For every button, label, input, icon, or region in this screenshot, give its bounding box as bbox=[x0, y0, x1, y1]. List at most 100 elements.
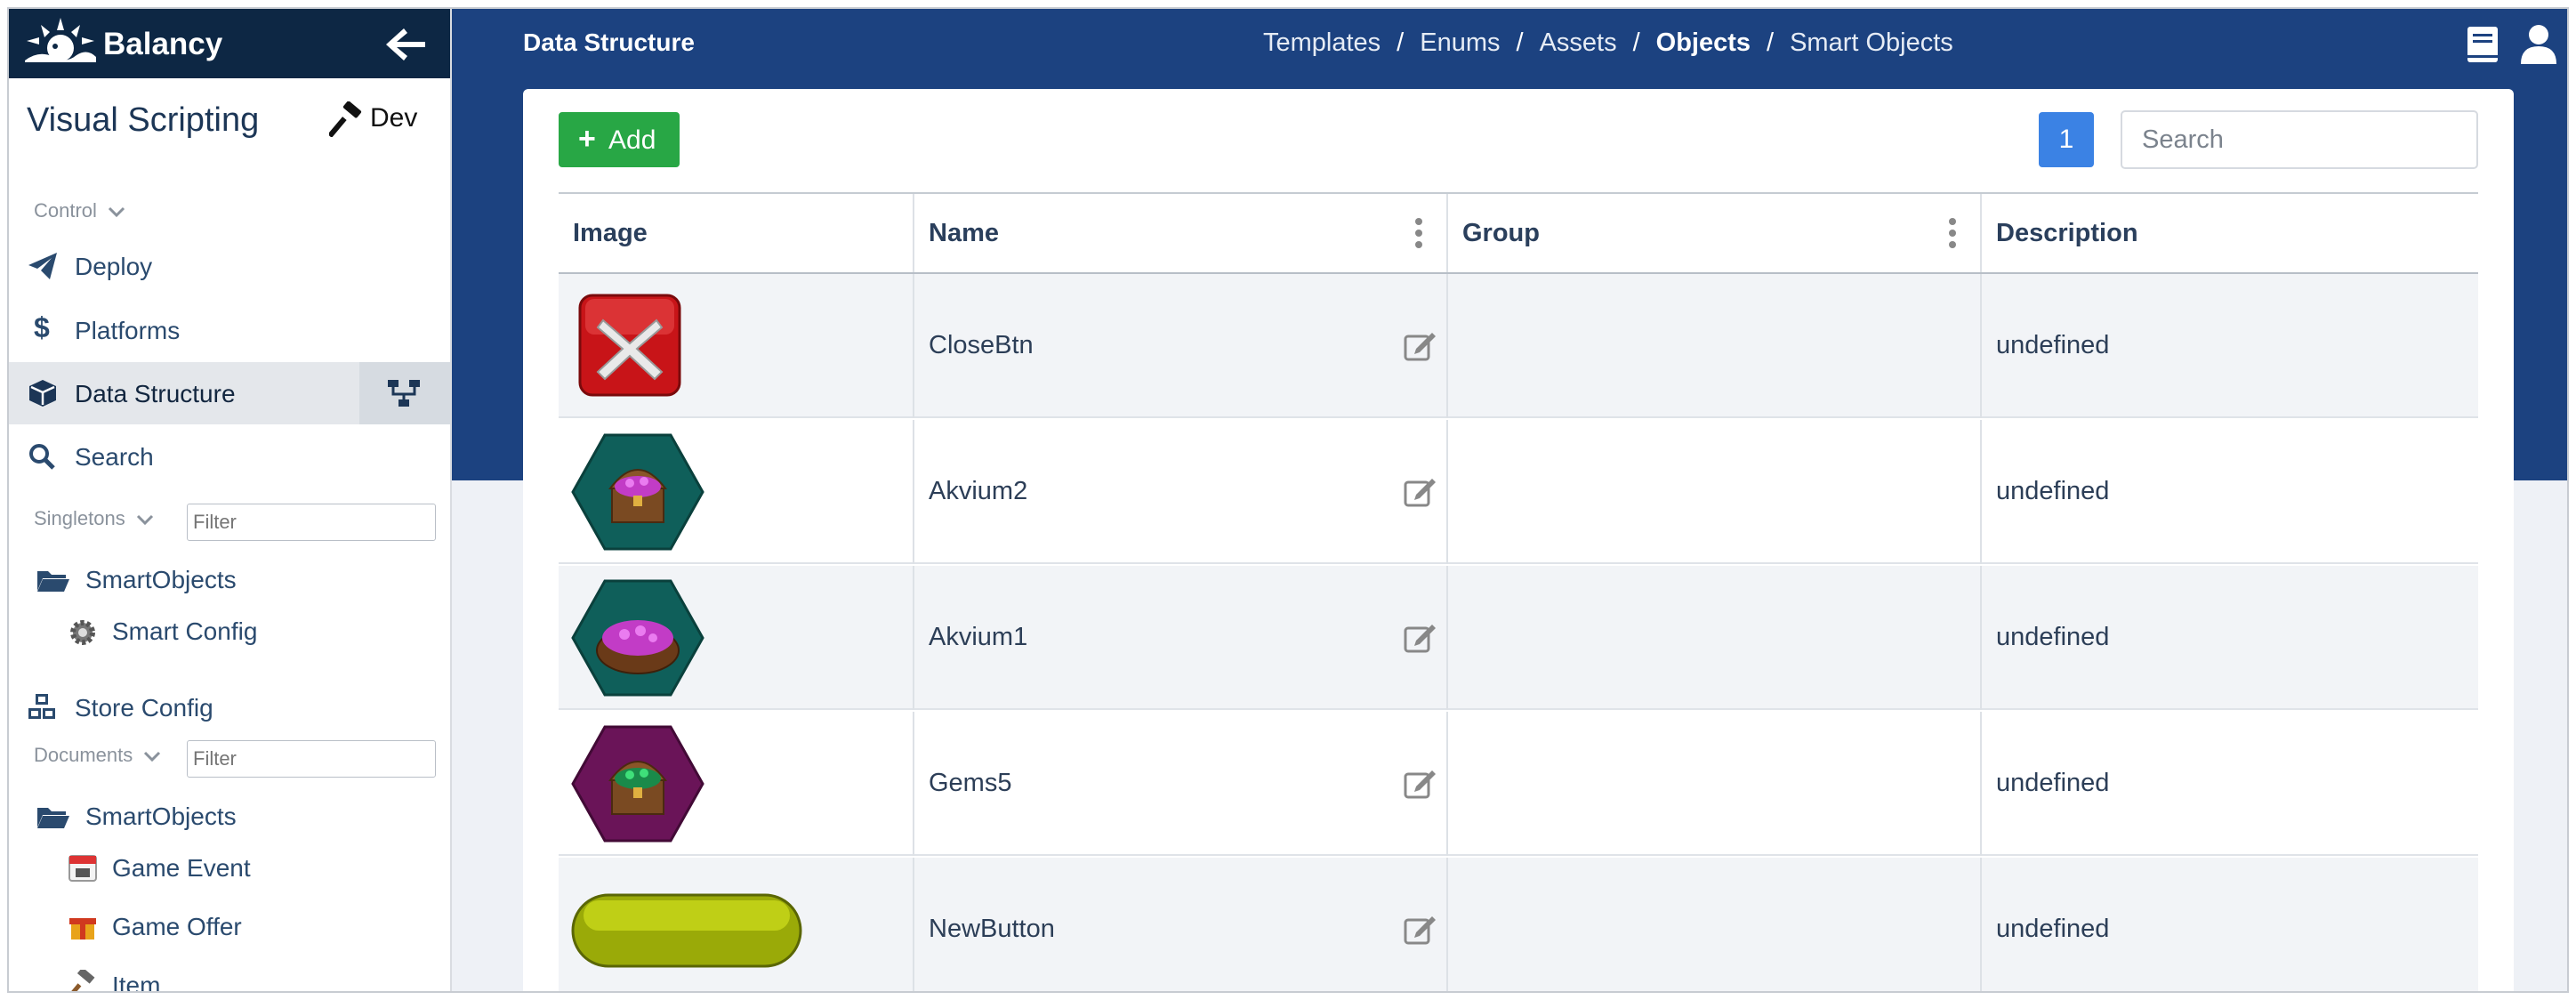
column-header-label: Description bbox=[1996, 219, 2138, 247]
breadcrumb-separator: / bbox=[1632, 28, 1640, 57]
row-description: undefined bbox=[1996, 331, 2110, 359]
brand-name: Balancy bbox=[103, 27, 223, 61]
chevron-down-icon bbox=[108, 207, 125, 218]
back-arrow-icon[interactable] bbox=[382, 25, 429, 64]
chevron-down-icon bbox=[144, 752, 161, 762]
page-title: Data Structure bbox=[523, 28, 695, 56]
breadcrumb-assets[interactable]: Assets bbox=[1540, 28, 1617, 57]
sidebar: Balancy Visual Scripting Dev Control Dep… bbox=[9, 9, 452, 993]
name-cell: Akvium1 bbox=[914, 566, 1448, 710]
folder-open-icon bbox=[37, 808, 69, 828]
book-icon[interactable] bbox=[2466, 25, 2501, 64]
hammer-icon bbox=[68, 970, 95, 991]
documents-filter-input[interactable] bbox=[187, 740, 436, 778]
column-header-label: Name bbox=[929, 219, 999, 247]
singletons-filter-input[interactable] bbox=[187, 504, 436, 541]
tree-leaf-label: Item bbox=[112, 972, 161, 993]
table-row[interactable]: Akvium1 undefined bbox=[559, 566, 2478, 710]
user-icon[interactable] bbox=[2519, 23, 2558, 66]
nav-item-platforms[interactable]: $ Platforms bbox=[9, 299, 450, 361]
column-header-group[interactable]: Group bbox=[1448, 194, 1982, 272]
nav-item-label: Store Config bbox=[75, 694, 213, 722]
table-header: Image Name Group Description bbox=[559, 192, 2478, 274]
page-button[interactable]: 1 bbox=[2039, 112, 2094, 167]
row-description: undefined bbox=[1996, 623, 2110, 651]
tree-leaf-label: Game Offer bbox=[112, 913, 242, 940]
balancy-logo-icon bbox=[25, 18, 96, 66]
green-pill-button-image bbox=[571, 893, 802, 968]
edit-icon[interactable] bbox=[1404, 475, 1437, 507]
row-name: Akvium2 bbox=[929, 477, 1028, 505]
gift-icon bbox=[69, 918, 96, 940]
tree-folder-label: SmartObjects bbox=[85, 566, 237, 593]
singletons-section-header[interactable]: Singletons bbox=[34, 507, 154, 530]
name-cell: CloseBtn bbox=[914, 274, 1448, 418]
calendar-icon bbox=[68, 855, 97, 882]
edit-icon[interactable] bbox=[1404, 329, 1437, 361]
description-cell: undefined bbox=[1982, 420, 2478, 564]
column-header-description: Description bbox=[1982, 194, 2478, 272]
row-description: undefined bbox=[1996, 477, 2110, 505]
group-cell bbox=[1448, 274, 1982, 418]
name-cell: Akvium2 bbox=[914, 420, 1448, 564]
edit-icon[interactable] bbox=[1404, 767, 1437, 799]
column-header-label: Group bbox=[1462, 219, 1540, 247]
schema-view-button[interactable] bbox=[359, 362, 450, 424]
search-input[interactable] bbox=[2121, 110, 2478, 169]
table-row[interactable]: Gems5 undefined bbox=[559, 712, 2478, 856]
name-cell: NewButton bbox=[914, 858, 1448, 991]
tree-leaf-label: Game Event bbox=[112, 854, 251, 882]
row-name: Gems5 bbox=[929, 769, 1012, 797]
documents-section-header[interactable]: Documents bbox=[34, 744, 161, 767]
group-cell bbox=[1448, 712, 1982, 856]
breadcrumb-enums[interactable]: Enums bbox=[1420, 28, 1500, 57]
group-cell bbox=[1448, 566, 1982, 710]
edit-icon[interactable] bbox=[1404, 913, 1437, 945]
nav-item-search[interactable]: Search bbox=[9, 425, 450, 488]
description-cell: undefined bbox=[1982, 858, 2478, 991]
tree-leaf-label: Smart Config bbox=[112, 617, 258, 645]
breadcrumb-smart-objects[interactable]: Smart Objects bbox=[1790, 28, 1953, 57]
row-description: undefined bbox=[1996, 915, 2110, 943]
row-name: CloseBtn bbox=[929, 331, 1034, 359]
table-row[interactable]: Akvium2 undefined bbox=[559, 420, 2478, 564]
nav-item-store-config[interactable]: Store Config bbox=[9, 676, 450, 738]
control-section-header[interactable]: Control bbox=[34, 199, 125, 222]
column-header-image: Image bbox=[559, 194, 914, 272]
table-row[interactable]: NewButton undefined bbox=[559, 858, 2478, 991]
description-cell: undefined bbox=[1982, 274, 2478, 418]
treasure-chest-purple-image bbox=[571, 433, 704, 551]
breadcrumb-templates[interactable]: Templates bbox=[1263, 28, 1381, 57]
search-icon bbox=[29, 444, 55, 470]
breadcrumb: Templates / Enums / Assets / Objects / Smart Obj… bbox=[1263, 28, 1953, 58]
image-cell bbox=[559, 274, 914, 418]
content-card: + Add 1 Image Name Group Description bbox=[523, 89, 2514, 991]
edit-icon[interactable] bbox=[1404, 621, 1437, 653]
breadcrumb-separator: / bbox=[1516, 28, 1524, 57]
table-row[interactable]: CloseBtn undefined bbox=[559, 274, 2478, 418]
sitemap-icon bbox=[388, 380, 420, 407]
nav-item-data-structure[interactable]: Data Structure bbox=[9, 362, 450, 424]
plus-icon: + bbox=[578, 122, 596, 156]
tree-folder-label: SmartObjects bbox=[85, 802, 237, 830]
image-cell bbox=[559, 712, 914, 856]
column-header-label: Image bbox=[573, 219, 648, 247]
gear-icon bbox=[70, 620, 95, 645]
group-cell bbox=[1448, 858, 1982, 991]
column-header-name[interactable]: Name bbox=[914, 194, 1448, 272]
description-cell: undefined bbox=[1982, 566, 2478, 710]
add-button[interactable]: + Add bbox=[559, 112, 680, 167]
hammer-icon bbox=[329, 101, 362, 137]
singletons-header-label: Singletons bbox=[34, 507, 125, 529]
control-header-label: Control bbox=[34, 199, 97, 222]
close-button-image bbox=[578, 294, 681, 397]
dollar-icon: $ bbox=[34, 311, 50, 343]
nav-item-deploy[interactable]: Deploy bbox=[9, 235, 450, 297]
nav-item-label: Data Structure bbox=[75, 380, 236, 407]
breadcrumb-objects[interactable]: Objects bbox=[1656, 28, 1751, 57]
cube-icon bbox=[29, 380, 56, 407]
column-menu-icon[interactable] bbox=[1948, 217, 1957, 249]
nav-item-label: Platforms bbox=[75, 317, 181, 344]
app-screen: Balancy Visual Scripting Dev Control Dep… bbox=[0, 0, 2576, 1000]
column-menu-icon[interactable] bbox=[1414, 217, 1423, 249]
